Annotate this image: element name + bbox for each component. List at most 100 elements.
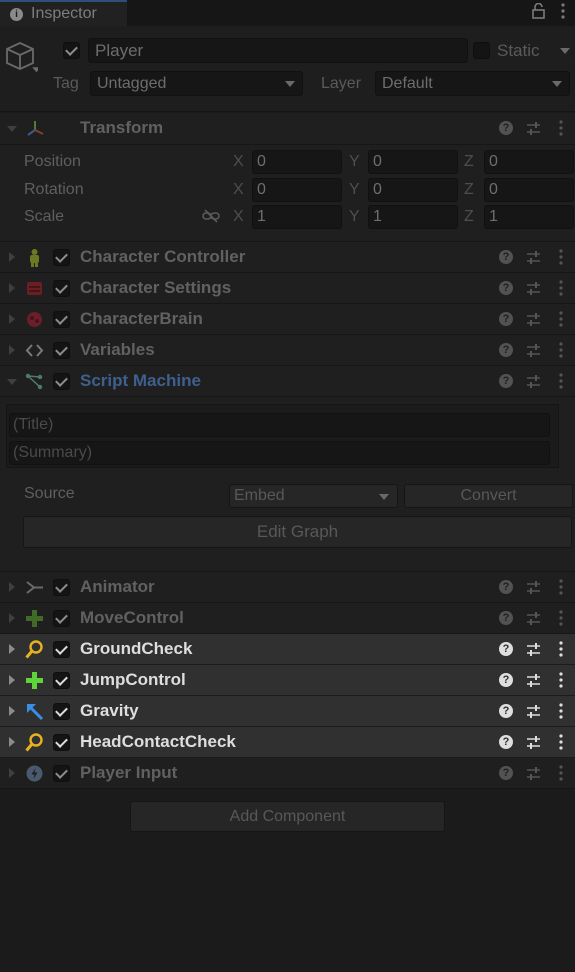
foldout-arrow-icon[interactable] <box>9 252 15 262</box>
object-name-field[interactable]: Player <box>88 38 468 63</box>
component-animator[interactable]: Animator ? <box>0 572 575 603</box>
help-icon[interactable]: ? <box>499 343 513 357</box>
component-move-control[interactable]: MoveControl ? <box>0 603 575 634</box>
kebab-menu-icon[interactable] <box>559 672 563 688</box>
help-icon[interactable]: ? <box>499 121 513 135</box>
add-component-button[interactable]: Add Component <box>130 801 445 832</box>
foldout-arrow-icon[interactable] <box>9 706 15 716</box>
position-x-field[interactable]: 0 <box>252 150 342 174</box>
static-toggle[interactable] <box>473 42 490 59</box>
help-icon[interactable]: ? <box>499 735 513 749</box>
position-y-field[interactable]: 0 <box>368 150 458 174</box>
source-dropdown[interactable]: Embed <box>229 484 398 508</box>
help-icon[interactable]: ? <box>499 580 513 594</box>
rotation-x-field[interactable]: 0 <box>252 178 342 202</box>
kebab-menu-icon[interactable] <box>559 120 563 136</box>
presets-sliders-icon[interactable] <box>526 121 541 136</box>
help-icon[interactable]: ? <box>499 704 513 718</box>
kebab-menu-icon[interactable] <box>559 641 563 657</box>
component-enabled-toggle[interactable] <box>53 765 70 782</box>
foldout-arrow-icon[interactable] <box>9 314 15 324</box>
presets-sliders-icon[interactable] <box>526 735 541 750</box>
foldout-arrow-icon[interactable] <box>7 126 17 132</box>
lock-icon[interactable] <box>532 3 545 19</box>
component-enabled-toggle[interactable] <box>53 734 70 751</box>
component-enabled-toggle[interactable] <box>53 373 70 390</box>
component-player-input[interactable]: Player Input ? <box>0 758 575 789</box>
rotation-z-field[interactable]: 0 <box>484 178 574 202</box>
help-icon[interactable]: ? <box>499 374 513 388</box>
component-enabled-toggle[interactable] <box>53 249 70 266</box>
constrain-proportions-link-icon[interactable] <box>202 209 220 223</box>
presets-sliders-icon[interactable] <box>526 281 541 296</box>
rotation-y-field[interactable]: 0 <box>368 178 458 202</box>
component-character-settings[interactable]: Character Settings ? <box>0 273 575 304</box>
foldout-arrow-icon[interactable] <box>9 345 15 355</box>
help-icon[interactable]: ? <box>499 250 513 264</box>
help-icon[interactable]: ? <box>499 312 513 326</box>
kebab-menu-icon[interactable] <box>557 2 569 20</box>
foldout-arrow-icon[interactable] <box>9 283 15 293</box>
presets-sliders-icon[interactable] <box>526 704 541 719</box>
scale-x-field[interactable]: 1 <box>252 205 342 229</box>
foldout-arrow-icon[interactable] <box>9 675 15 685</box>
component-enabled-toggle[interactable] <box>53 672 70 689</box>
help-icon[interactable]: ? <box>499 642 513 656</box>
presets-sliders-icon[interactable] <box>526 374 541 389</box>
presets-sliders-icon[interactable] <box>526 611 541 626</box>
component-enabled-toggle[interactable] <box>53 280 70 297</box>
foldout-arrow-icon[interactable] <box>9 613 15 623</box>
foldout-arrow-icon[interactable] <box>7 379 17 385</box>
presets-sliders-icon[interactable] <box>526 673 541 688</box>
kebab-menu-icon[interactable] <box>559 249 563 265</box>
active-toggle[interactable] <box>63 42 80 59</box>
help-icon[interactable]: ? <box>499 766 513 780</box>
kebab-menu-icon[interactable] <box>559 342 563 358</box>
help-icon[interactable]: ? <box>499 673 513 687</box>
component-enabled-toggle[interactable] <box>53 703 70 720</box>
foldout-arrow-icon[interactable] <box>9 737 15 747</box>
presets-sliders-icon[interactable] <box>526 580 541 595</box>
layer-dropdown[interactable]: Default <box>375 71 570 96</box>
foldout-arrow-icon[interactable] <box>9 644 15 654</box>
tag-dropdown[interactable]: Untagged <box>90 71 303 96</box>
kebab-menu-icon[interactable] <box>559 734 563 750</box>
component-enabled-toggle[interactable] <box>53 311 70 328</box>
presets-sliders-icon[interactable] <box>526 312 541 327</box>
scale-z-field[interactable]: 1 <box>484 205 574 229</box>
component-head-contact-check[interactable]: HeadContactCheck ? <box>0 727 575 758</box>
inspector-tab[interactable]: i Inspector <box>0 0 127 26</box>
kebab-menu-icon[interactable] <box>559 703 563 719</box>
component-enabled-toggle[interactable] <box>53 342 70 359</box>
component-enabled-toggle[interactable] <box>53 641 70 658</box>
component-jump-control[interactable]: JumpControl ? <box>0 665 575 696</box>
edit-graph-button[interactable]: Edit Graph <box>23 516 572 548</box>
transform-header[interactable]: Transform ? <box>0 113 575 145</box>
help-icon[interactable]: ? <box>499 611 513 625</box>
help-icon[interactable]: ? <box>499 281 513 295</box>
foldout-arrow-icon[interactable] <box>9 582 15 592</box>
position-z-field[interactable]: 0 <box>484 150 574 174</box>
static-dropdown-icon[interactable] <box>560 48 570 54</box>
scale-y-field[interactable]: 1 <box>368 205 458 229</box>
kebab-menu-icon[interactable] <box>559 373 563 389</box>
presets-sliders-icon[interactable] <box>526 766 541 781</box>
kebab-menu-icon[interactable] <box>559 280 563 296</box>
kebab-menu-icon[interactable] <box>559 579 563 595</box>
kebab-menu-icon[interactable] <box>559 765 563 781</box>
component-character-brain[interactable]: CharacterBrain ? <box>0 304 575 335</box>
graph-summary-field[interactable]: (Summary) <box>9 441 550 465</box>
component-enabled-toggle[interactable] <box>53 579 70 596</box>
kebab-menu-icon[interactable] <box>559 610 563 626</box>
component-enabled-toggle[interactable] <box>53 610 70 627</box>
graph-title-field[interactable]: (Title) <box>9 413 550 437</box>
component-script-machine[interactable]: Script Machine ? <box>0 366 575 397</box>
presets-sliders-icon[interactable] <box>526 642 541 657</box>
component-character-controller[interactable]: Character Controller ? <box>0 242 575 273</box>
foldout-arrow-icon[interactable] <box>9 768 15 778</box>
component-gravity[interactable]: Gravity ? <box>0 696 575 727</box>
component-ground-check[interactable]: GroundCheck ? <box>0 634 575 665</box>
presets-sliders-icon[interactable] <box>526 343 541 358</box>
kebab-menu-icon[interactable] <box>559 311 563 327</box>
component-variables[interactable]: Variables ? <box>0 335 575 366</box>
